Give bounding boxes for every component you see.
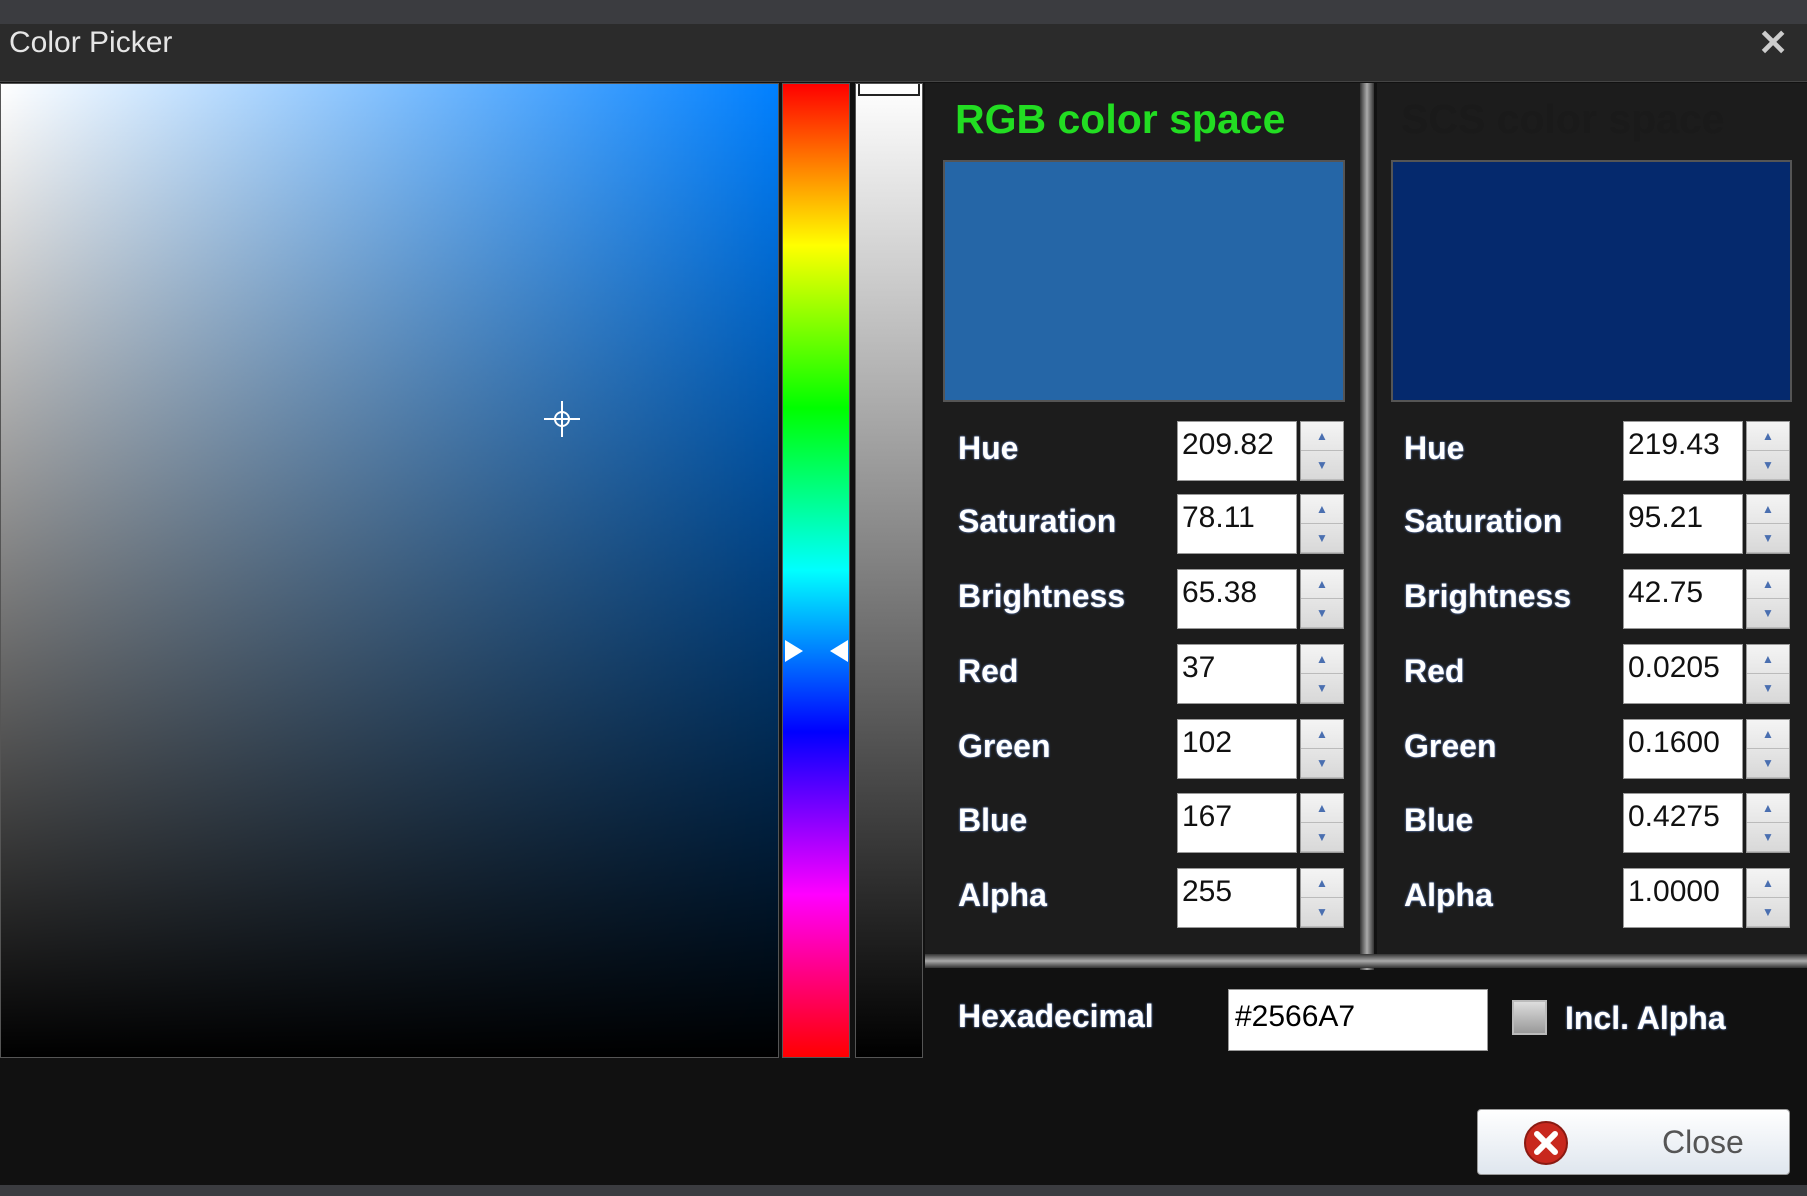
spin-down-icon[interactable]: ▼ <box>1747 898 1789 927</box>
spin-down-icon[interactable]: ▼ <box>1301 898 1343 927</box>
window-title: Color Picker <box>9 26 173 59</box>
rgb-red-input[interactable]: 37 <box>1177 644 1297 704</box>
incl-alpha-checkbox[interactable] <box>1512 1000 1547 1035</box>
rgb-blue-label: Blue <box>958 802 1028 838</box>
scs-saturation-label: Saturation <box>1404 503 1563 539</box>
bottom-strip <box>0 1185 1807 1196</box>
scs-alpha-label: Alpha <box>1404 877 1493 913</box>
rgb-green-spinner[interactable]: ▲ ▼ <box>1300 719 1344 779</box>
scs-red-input[interactable]: 0.0205 <box>1623 644 1743 704</box>
scs-color-swatch <box>1391 160 1792 402</box>
scs-saturation-spinner[interactable]: ▲ ▼ <box>1746 494 1790 554</box>
rgb-saturation-input[interactable]: 78.11 <box>1177 494 1297 554</box>
crosshair-icon[interactable] <box>544 401 580 437</box>
scs-green-input[interactable]: 0.1600 <box>1623 719 1743 779</box>
close-button-label: Close <box>1662 1124 1744 1160</box>
horizontal-divider <box>925 954 1807 968</box>
spin-down-icon[interactable]: ▼ <box>1747 674 1789 703</box>
spin-up-icon[interactable]: ▲ <box>1301 869 1343 898</box>
spin-up-icon[interactable]: ▲ <box>1747 869 1789 898</box>
spin-down-icon[interactable]: ▼ <box>1747 451 1789 480</box>
rgb-brightness-input[interactable]: 65.38 <box>1177 569 1297 629</box>
scs-brightness-spinner[interactable]: ▲ ▼ <box>1746 569 1790 629</box>
spin-down-icon[interactable]: ▼ <box>1301 451 1343 480</box>
scs-blue-label: Blue <box>1404 802 1474 838</box>
scs-blue-spinner[interactable]: ▲ ▼ <box>1746 793 1790 853</box>
rgb-green-input[interactable]: 102 <box>1177 719 1297 779</box>
spin-down-icon[interactable]: ▼ <box>1747 524 1789 553</box>
spin-down-icon[interactable]: ▼ <box>1747 749 1789 778</box>
rgb-hue-input[interactable]: 209.82 <box>1177 421 1297 481</box>
top-strip <box>0 0 1807 24</box>
spin-down-icon[interactable]: ▼ <box>1301 599 1343 628</box>
alpha-marker[interactable] <box>858 84 920 96</box>
rgb-green-label: Green <box>958 728 1051 764</box>
spin-up-icon[interactable]: ▲ <box>1747 794 1789 823</box>
spin-up-icon[interactable]: ▲ <box>1747 570 1789 599</box>
scs-green-spinner[interactable]: ▲ ▼ <box>1746 719 1790 779</box>
error-circle-icon <box>1524 1121 1568 1165</box>
scs-brightness-label: Brightness <box>1404 578 1572 614</box>
spin-down-icon[interactable]: ▼ <box>1301 823 1343 852</box>
spin-down-icon[interactable]: ▼ <box>1301 524 1343 553</box>
rgb-brightness-label: Brightness <box>958 578 1126 614</box>
close-button[interactable]: Close <box>1477 1109 1790 1175</box>
scs-hue-label: Hue <box>1404 430 1465 466</box>
scs-title: SCS color space <box>1401 96 1725 142</box>
spin-up-icon[interactable]: ▲ <box>1301 495 1343 524</box>
scs-red-spinner[interactable]: ▲ ▼ <box>1746 644 1790 704</box>
rgb-brightness-spinner[interactable]: ▲ ▼ <box>1300 569 1344 629</box>
hue-marker-right[interactable] <box>830 640 848 663</box>
scs-hue-input[interactable]: 219.43 <box>1623 421 1743 481</box>
scs-alpha-spinner[interactable]: ▲ ▼ <box>1746 868 1790 928</box>
hex-label: Hexadecimal <box>958 998 1154 1034</box>
scs-brightness-input[interactable]: 42.75 <box>1623 569 1743 629</box>
incl-alpha-label: Incl. Alpha <box>1565 1000 1726 1036</box>
title-bar <box>0 24 1807 82</box>
hue-marker-left[interactable] <box>785 640 803 663</box>
rgb-alpha-spinner[interactable]: ▲ ▼ <box>1300 868 1344 928</box>
rgb-alpha-label: Alpha <box>958 877 1047 913</box>
spin-down-icon[interactable]: ▼ <box>1301 674 1343 703</box>
rgb-title: RGB color space <box>955 96 1286 142</box>
spin-up-icon[interactable]: ▲ <box>1301 422 1343 451</box>
spin-up-icon[interactable]: ▲ <box>1747 720 1789 749</box>
alpha-slider[interactable] <box>855 83 923 1058</box>
spin-up-icon[interactable]: ▲ <box>1747 495 1789 524</box>
rgb-alpha-input[interactable]: 255 <box>1177 868 1297 928</box>
rgb-blue-input[interactable]: 167 <box>1177 793 1297 853</box>
saturation-brightness-field[interactable] <box>0 83 779 1058</box>
spin-down-icon[interactable]: ▼ <box>1747 823 1789 852</box>
spin-up-icon[interactable]: ▲ <box>1747 645 1789 674</box>
rgb-red-label: Red <box>958 653 1019 689</box>
spin-up-icon[interactable]: ▲ <box>1301 570 1343 599</box>
spin-down-icon[interactable]: ▼ <box>1301 749 1343 778</box>
rgb-hue-spinner[interactable]: ▲ ▼ <box>1300 421 1344 481</box>
rgb-saturation-spinner[interactable]: ▲ ▼ <box>1300 494 1344 554</box>
rgb-blue-spinner[interactable]: ▲ ▼ <box>1300 793 1344 853</box>
hex-input[interactable]: #2566A7 <box>1228 989 1488 1051</box>
spin-up-icon[interactable]: ▲ <box>1301 720 1343 749</box>
rgb-color-swatch <box>943 160 1345 402</box>
spin-up-icon[interactable]: ▲ <box>1301 794 1343 823</box>
spin-down-icon[interactable]: ▼ <box>1747 599 1789 628</box>
hue-slider[interactable] <box>782 83 850 1058</box>
scs-hue-spinner[interactable]: ▲ ▼ <box>1746 421 1790 481</box>
close-x-icon[interactable]: ✕ <box>1758 22 1788 64</box>
scs-green-label: Green <box>1404 728 1497 764</box>
rgb-saturation-label: Saturation <box>958 503 1117 539</box>
rgb-red-spinner[interactable]: ▲ ▼ <box>1300 644 1344 704</box>
spin-up-icon[interactable]: ▲ <box>1301 645 1343 674</box>
scs-saturation-input[interactable]: 95.21 <box>1623 494 1743 554</box>
panel-divider <box>1360 83 1374 970</box>
scs-blue-input[interactable]: 0.4275 <box>1623 793 1743 853</box>
scs-red-label: Red <box>1404 653 1465 689</box>
spin-up-icon[interactable]: ▲ <box>1747 422 1789 451</box>
rgb-hue-label: Hue <box>958 430 1019 466</box>
scs-alpha-input[interactable]: 1.0000 <box>1623 868 1743 928</box>
